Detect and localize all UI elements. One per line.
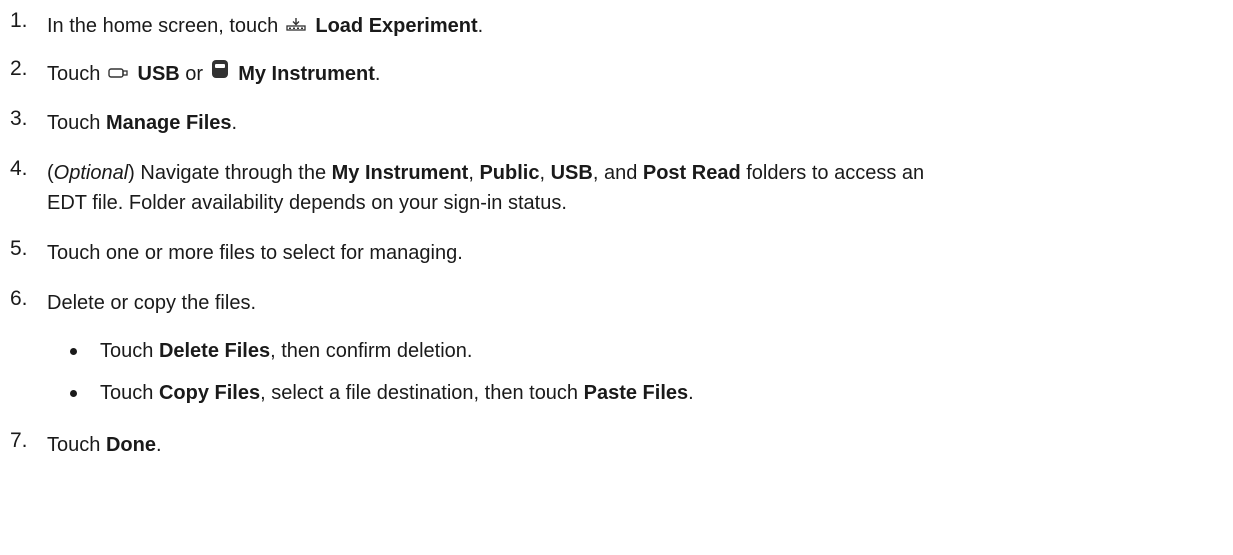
bullet-dot <box>70 390 77 397</box>
step-text-post: . <box>231 112 238 134</box>
step-text: Touch Manage Files. <box>47 108 1223 138</box>
step-text: (Optional) Navigate through the My Instr… <box>47 162 925 214</box>
bullet-text: Touch Copy Files, select a file destinat… <box>100 382 694 404</box>
step-text-post: . <box>477 14 484 37</box>
step-text-pre: Touch <box>47 62 101 85</box>
step-number: 3. <box>10 107 28 130</box>
step-text: Touch USB or My Instrument. <box>47 58 1223 91</box>
manage-files-label: Manage Files <box>105 112 232 134</box>
step-text-pre: Touch <box>47 112 101 134</box>
step-text-mid: or <box>185 62 204 85</box>
step-text: Touch one or more files to select for ma… <box>47 242 463 264</box>
my-instrument-label: My Instrument <box>238 62 375 85</box>
usb-icon <box>108 58 128 88</box>
step-text-pre: In the home screen, touch <box>47 14 279 37</box>
post-read-folder-label: Post Read <box>642 162 741 184</box>
step-text-post: . <box>155 434 162 456</box>
usb-label: USB <box>137 62 180 85</box>
step-text: Touch Done. <box>47 430 1223 460</box>
instrument-icon <box>211 58 229 88</box>
paste-files-label: Paste Files <box>583 382 689 404</box>
step-number: 7. <box>10 429 28 452</box>
step-text: Delete or copy the files. <box>47 292 256 314</box>
step-number: 2. <box>10 57 28 80</box>
done-label: Done <box>105 434 156 456</box>
load-experiment-icon <box>286 10 306 40</box>
my-instrument-folder-label: My Instrument <box>331 162 469 184</box>
step-text-post: . <box>374 62 381 85</box>
step-text-line2: EDT file. Folder availability depends on… <box>47 192 567 214</box>
bullet-text: Touch Delete Files, then confirm deletio… <box>100 340 473 362</box>
bullet-dot <box>70 348 77 355</box>
step-text-pre: Touch <box>47 434 101 456</box>
step-number: 5. <box>10 237 28 260</box>
step-number: 6. <box>10 287 28 310</box>
delete-files-label: Delete Files <box>158 340 271 362</box>
public-folder-label: Public <box>479 162 540 184</box>
step-number: 4. <box>10 157 28 180</box>
usb-folder-label: USB <box>550 162 593 184</box>
step-number: 1. <box>10 9 28 32</box>
load-experiment-label: Load Experiment <box>315 14 478 37</box>
step-text-post: folders to access an <box>746 162 925 184</box>
copy-files-label: Copy Files <box>158 382 261 404</box>
optional-label: Optional <box>53 162 129 184</box>
step-text: In the home screen, touch Load Experimen… <box>47 10 1223 43</box>
